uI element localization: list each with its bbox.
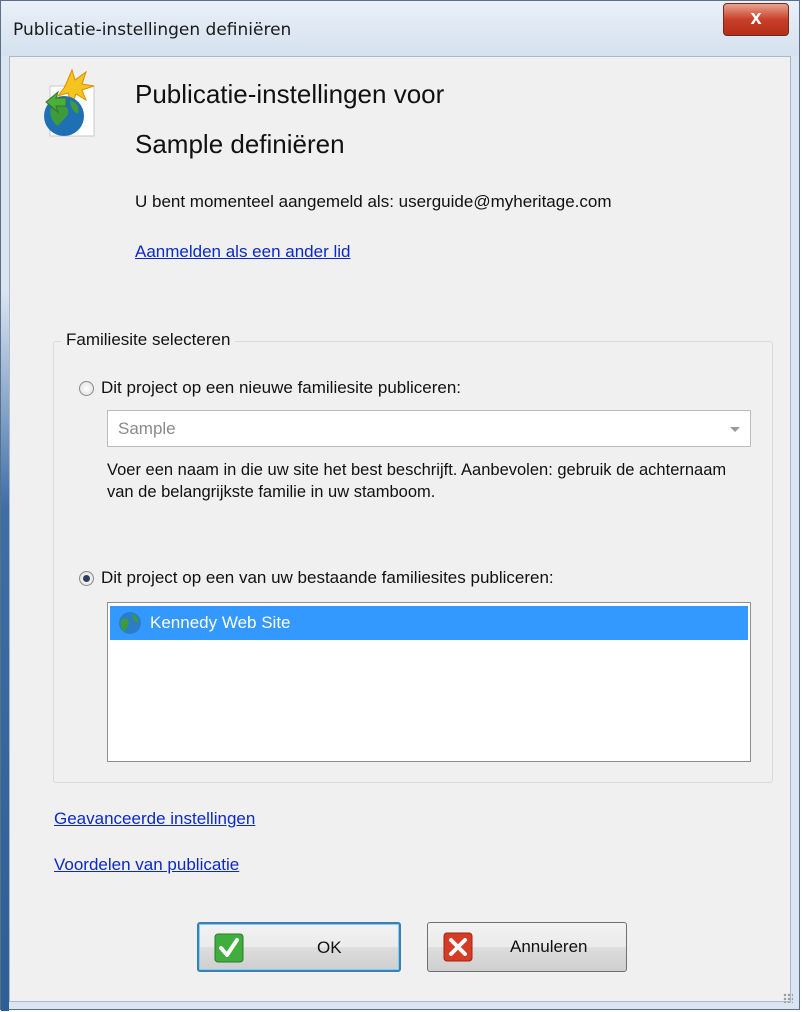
site-name-hint: Voer een naam in die uw site het best be…	[107, 461, 727, 501]
new-site-radio-label[interactable]: Dit project op een nieuwe familiesite pu…	[101, 378, 461, 398]
new-site-radio[interactable]	[79, 381, 94, 396]
combo-value: Sample	[118, 419, 176, 438]
resize-grip[interactable]	[783, 993, 793, 1003]
close-icon	[443, 932, 473, 962]
new-site-name-combo[interactable]: Sample	[107, 410, 751, 447]
publish-globe-icon	[44, 68, 95, 137]
title-bar[interactable]: Publicatie-instellingen definiëren x	[1, 1, 799, 56]
dialog-heading-line1: Publicatie-instellingen voor	[135, 79, 445, 109]
chevron-down-icon[interactable]	[730, 427, 740, 432]
dialog-window: Publicatie-instellingen definiëren x Pub…	[0, 0, 800, 1011]
window-title: Publicatie-instellingen definiëren	[13, 20, 292, 40]
logged-in-status: U bent momenteel aangemeld als: userguid…	[135, 192, 612, 211]
close-button[interactable]: x	[723, 3, 789, 36]
existing-site-radio-label[interactable]: Dit project op een van uw bestaande fami…	[101, 568, 554, 588]
list-item[interactable]: Kennedy Web Site	[110, 606, 748, 640]
close-icon: x	[750, 7, 762, 29]
checkmark-icon	[214, 933, 244, 963]
existing-sites-list[interactable]: Kennedy Web Site	[107, 602, 751, 762]
site-name: Kennedy Web Site	[150, 613, 291, 632]
site-selection-label: Familiesite selecteren	[61, 330, 236, 350]
cancel-button[interactable]: Annuleren	[427, 922, 627, 972]
dialog-heading-line2: Sample definiëren	[135, 129, 345, 159]
publication-benefits-link[interactable]: Voordelen van publicatie	[54, 855, 239, 875]
cancel-button-label: Annuleren	[510, 937, 588, 956]
switch-account-link[interactable]: Aanmelden als een ander lid	[135, 242, 350, 262]
advanced-settings-link[interactable]: Geavanceerde instellingen	[54, 809, 255, 829]
globe-icon	[119, 612, 141, 634]
existing-site-radio[interactable]	[79, 571, 94, 586]
ok-button-label: OK	[317, 938, 342, 957]
window-edge	[1, 291, 9, 1011]
ok-button[interactable]: OK	[197, 922, 401, 972]
